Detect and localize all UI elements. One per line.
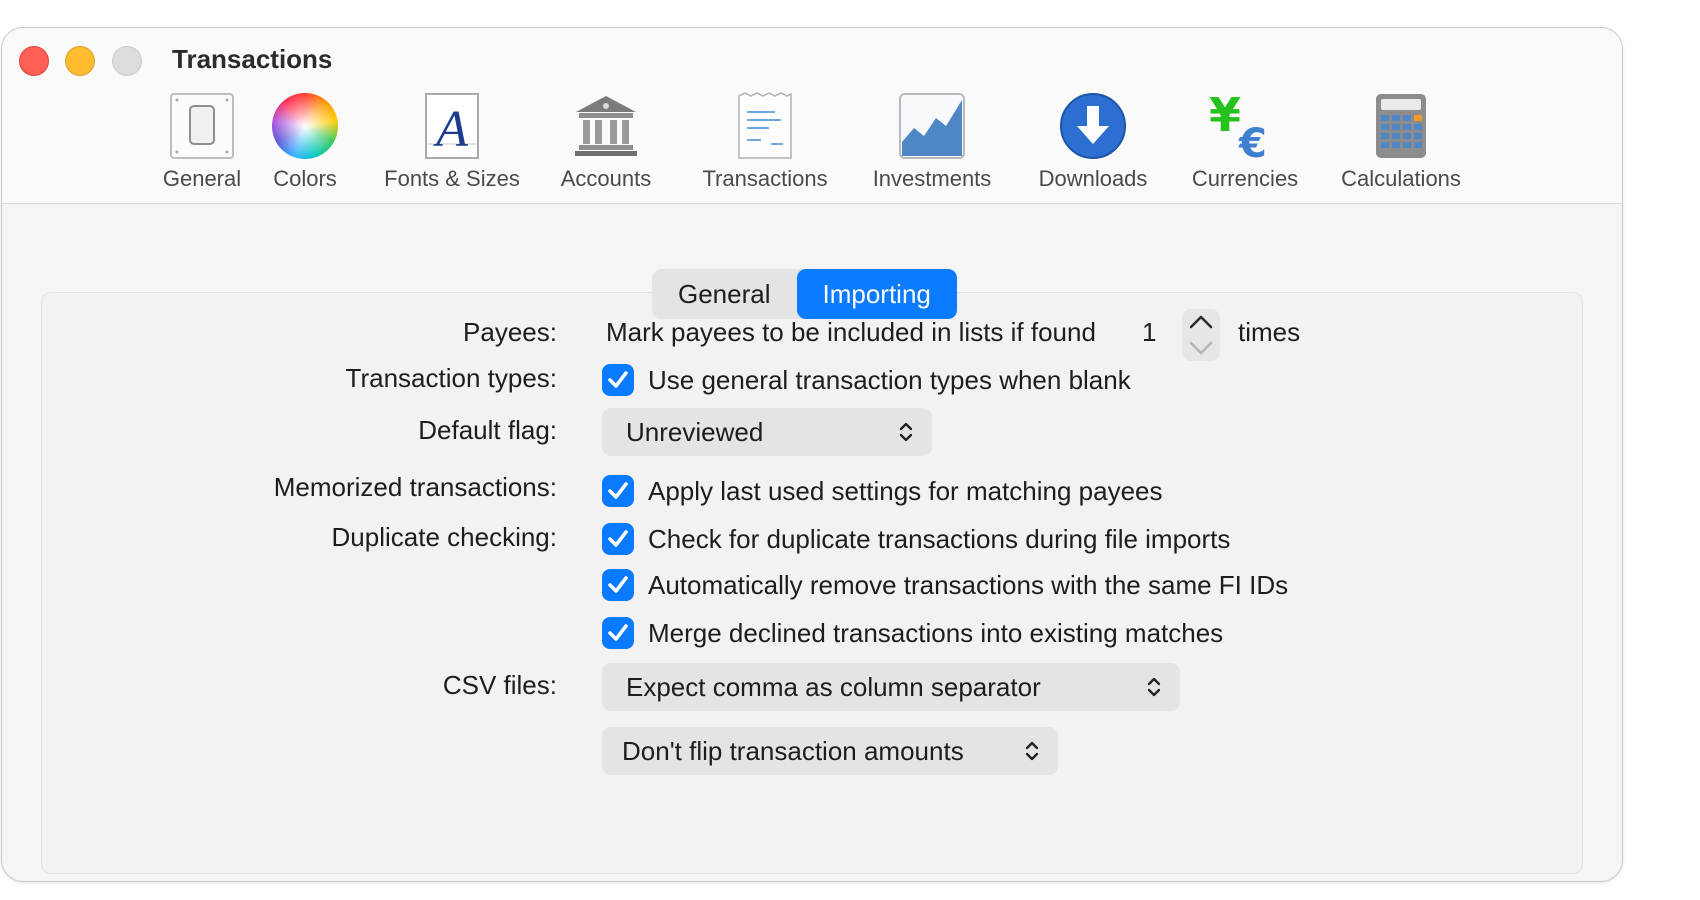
- flip-amounts-value: Don't flip transaction amounts: [622, 736, 964, 766]
- toolbar-item-investments[interactable]: Investments: [862, 90, 1002, 200]
- checkmark-icon: [608, 482, 628, 499]
- general-types-option[interactable]: Use general transaction types when blank: [648, 365, 1131, 396]
- toolbar-item-colors[interactable]: Colors: [260, 90, 350, 200]
- toolbar-label-transactions: Transactions: [702, 166, 828, 191]
- svg-text:¥: ¥: [1209, 91, 1241, 142]
- checkmark-icon: [608, 624, 628, 641]
- duplicate-checking-label: Duplicate checking:: [331, 522, 557, 552]
- toolbar-item-transactions[interactable]: Transactions: [690, 90, 840, 200]
- general-icon: [166, 90, 238, 162]
- remove-same-fi-ids-checkbox[interactable]: [602, 569, 634, 601]
- accounts-icon: [570, 90, 642, 162]
- toolbar-label-fonts: Fonts & Sizes: [384, 166, 520, 191]
- toolbar-label-accounts: Accounts: [560, 166, 652, 191]
- toolbar-label-currencies: Currencies: [1191, 166, 1299, 191]
- preferences-window: Transactions General Colors A Fonts & Si…: [1, 27, 1623, 882]
- updown-chevron-icon: [1147, 677, 1161, 697]
- payees-count-value[interactable]: 1: [1142, 317, 1156, 348]
- toolbar-item-accounts[interactable]: Accounts: [550, 90, 662, 200]
- remove-same-fi-ids-option[interactable]: Automatically remove transactions with t…: [648, 570, 1288, 601]
- toolbar-label-general: General: [162, 166, 242, 191]
- checkmark-icon: [608, 371, 628, 388]
- checkmark-icon: [608, 530, 628, 547]
- merge-declined-option[interactable]: Merge declined transactions into existin…: [648, 618, 1223, 649]
- toolbar-label-downloads: Downloads: [1038, 166, 1148, 191]
- default-flag-label: Default flag:: [418, 415, 557, 445]
- payees-count-stepper[interactable]: [1182, 309, 1220, 361]
- toolbar-label-colors: Colors: [273, 166, 337, 191]
- toolbar-item-downloads[interactable]: Downloads: [1031, 90, 1155, 200]
- tab-importing[interactable]: Importing: [796, 269, 957, 319]
- chevron-up-icon: [1189, 315, 1213, 329]
- toolbar-item-currencies[interactable]: ¥ € Currencies: [1182, 90, 1308, 200]
- calculations-icon: [1365, 90, 1437, 162]
- close-window-button[interactable]: [19, 46, 49, 76]
- colors-icon: [269, 90, 341, 162]
- memorized-option[interactable]: Apply last used settings for matching pa…: [648, 476, 1163, 507]
- toolbar-item-calculations[interactable]: Calculations: [1333, 90, 1469, 200]
- toolbar-label-calculations: Calculations: [1341, 166, 1461, 191]
- flip-amounts-popup[interactable]: Don't flip transaction amounts: [602, 727, 1058, 775]
- payees-suffix: times: [1238, 317, 1301, 347]
- tab-control: General Importing: [652, 269, 957, 319]
- duplicate-check-checkbox[interactable]: [602, 523, 634, 555]
- fonts-icon: A: [416, 90, 488, 162]
- svg-text:A: A: [433, 101, 468, 158]
- zoom-window-button[interactable]: [112, 46, 142, 76]
- stepper-up-button[interactable]: [1182, 309, 1220, 335]
- payees-text: Mark payees to be included in lists if f…: [606, 317, 1096, 347]
- checkmark-icon: [608, 576, 628, 593]
- updown-chevron-icon: [1025, 741, 1039, 761]
- toolbar-item-general[interactable]: General: [150, 90, 254, 200]
- toolbar: Transactions General Colors A Fonts & Si…: [2, 28, 1622, 204]
- updown-chevron-icon: [899, 422, 913, 442]
- csv-separator-value: Expect comma as column separator: [626, 672, 1041, 702]
- investments-icon: [896, 90, 968, 162]
- payees-label: Payees:: [463, 317, 557, 347]
- currencies-icon: ¥ €: [1209, 90, 1281, 162]
- svg-text:€: €: [1238, 121, 1267, 161]
- memorized-checkbox[interactable]: [602, 475, 634, 507]
- toolbar-label-investments: Investments: [872, 166, 992, 191]
- chevron-down-icon: [1189, 341, 1213, 355]
- toolbar-item-fonts[interactable]: A Fonts & Sizes: [372, 90, 532, 200]
- csv-files-label: CSV files:: [442, 670, 557, 700]
- window-title: Transactions: [172, 44, 333, 74]
- transactions-icon: [729, 90, 801, 162]
- duplicate-check-option[interactable]: Check for duplicate transactions during …: [648, 524, 1230, 555]
- minimize-window-button[interactable]: [65, 46, 95, 76]
- default-flag-value: Unreviewed: [626, 417, 764, 447]
- downloads-icon: [1057, 90, 1129, 162]
- csv-separator-popup[interactable]: Expect comma as column separator: [602, 663, 1180, 711]
- memorized-label: Memorized transactions:: [273, 472, 557, 502]
- tab-general[interactable]: General: [652, 269, 797, 319]
- stepper-down-button[interactable]: [1182, 335, 1220, 361]
- transaction-types-label: Transaction types:: [345, 363, 557, 393]
- general-types-checkbox[interactable]: [602, 364, 634, 396]
- default-flag-popup[interactable]: Unreviewed: [602, 408, 932, 456]
- importing-pane: General Importing Payees: Mark payees to…: [2, 204, 1622, 881]
- merge-declined-checkbox[interactable]: [602, 617, 634, 649]
